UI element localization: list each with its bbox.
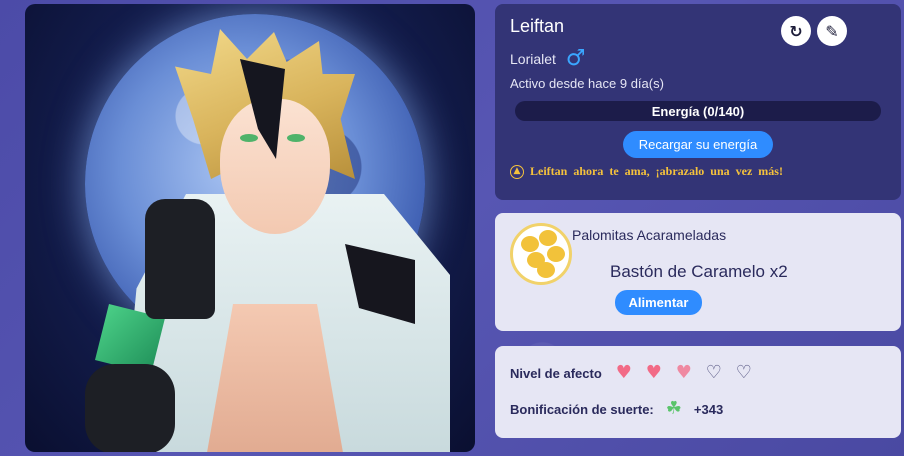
popcorn-piece <box>521 236 539 252</box>
heart-icon: ♥ <box>675 362 692 383</box>
energy-label: Energía (0/140) <box>651 103 745 119</box>
male-symbol-icon: ♂ <box>565 46 586 71</box>
top-icon-group: ↻ ✎ <box>781 16 847 46</box>
character-eye-left <box>240 134 258 142</box>
popcorn-piece <box>537 262 555 278</box>
love-message: Leiftan ahora te ama, ¡abrazalo una vez … <box>530 164 783 178</box>
affection-label: Nivel de afecto <box>510 365 602 381</box>
character-glove-upper <box>145 199 215 319</box>
luck-label: Bonificación de suerte: <box>510 401 654 417</box>
luck-value: +343 <box>693 401 724 417</box>
clover-icon: ☘ <box>665 398 682 419</box>
edit-icon[interactable]: ✎ <box>817 16 847 46</box>
stats-panel: Nivel de afecto ♥ ♥ ♥ ♡ ♡ Bonificación d… <box>495 346 901 438</box>
character-info-panel: Leiftan ↻ ✎ Lorialet ♂ Activo desde hace… <box>495 4 901 200</box>
popcorn-image <box>510 223 572 285</box>
heart-icon: ♥ <box>615 362 632 383</box>
heart-icon: ♥ <box>645 362 662 383</box>
refresh-icon[interactable]: ↻ <box>781 16 811 46</box>
owner-name[interactable]: Lorialet <box>510 51 556 67</box>
activity-status: Activo desde hace 9 día(s) <box>510 76 664 91</box>
affection-row: Nivel de afecto ♥ ♥ ♥ ♡ ♡ <box>510 362 759 384</box>
food-name: Palomitas Acarameladas <box>572 227 727 243</box>
recharge-energy-button[interactable]: Recargar su energía <box>623 131 773 158</box>
character-eye-right <box>287 134 305 142</box>
arrow-up-circle-icon: ▲ <box>510 164 524 179</box>
feed-button[interactable]: Alimentar <box>615 290 702 315</box>
character-portrait <box>25 4 475 452</box>
candy-item: Bastón de Caramelo x2 <box>610 262 788 281</box>
energy-bar: Energía (0/140) <box>515 101 881 121</box>
love-message-row: ▲ Leiftan ahora te ama, ¡abrazalo una ve… <box>510 164 783 179</box>
owner-row: Lorialet ♂ <box>510 48 586 70</box>
heart-icon: ♡ <box>735 362 752 383</box>
heart-icon: ♡ <box>705 362 722 383</box>
food-panel: Palomitas Acarameladas Bastón de Caramel… <box>495 213 901 331</box>
popcorn-piece <box>539 230 557 246</box>
character-name: Leiftan <box>510 16 565 36</box>
luck-row: Bonificación de suerte: ☘ +343 <box>510 400 723 418</box>
popcorn-piece <box>547 246 565 262</box>
character-glove-lower <box>85 364 175 452</box>
